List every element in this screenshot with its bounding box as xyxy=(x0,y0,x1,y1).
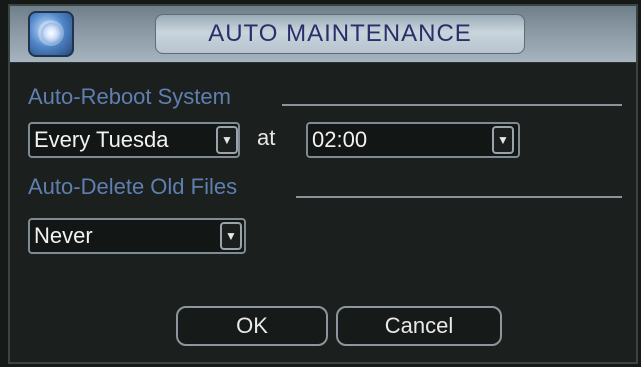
dialog-title: AUTO MAINTENANCE xyxy=(208,20,472,47)
reboot-day-select[interactable]: Every Tuesda ▼ xyxy=(28,122,240,158)
chevron-down-icon[interactable]: ▼ xyxy=(492,126,514,154)
section-divider xyxy=(296,196,622,198)
auto-reboot-label: Auto-Reboot System xyxy=(28,84,231,109)
at-label: at xyxy=(257,125,276,150)
title-tab: AUTO MAINTENANCE xyxy=(155,14,525,54)
reboot-day-value: Every Tuesda xyxy=(34,127,169,152)
auto-delete-select[interactable]: Never ▼ xyxy=(28,218,246,254)
section-divider xyxy=(282,104,622,106)
auto-delete-value: Never xyxy=(34,223,93,248)
chevron-down-icon[interactable]: ▼ xyxy=(216,126,238,154)
auto-delete-label: Auto-Delete Old Files xyxy=(28,174,238,199)
auto-maintenance-dialog: AUTO MAINTENANCE Auto-Reboot System Ever… xyxy=(8,4,638,364)
dialog-content: Auto-Reboot System Every Tuesda ▼ at 02:… xyxy=(10,62,636,362)
chevron-down-icon[interactable]: ▼ xyxy=(220,222,242,250)
ok-button[interactable]: OK xyxy=(176,306,328,346)
reboot-time-value: 02:00 xyxy=(312,127,368,152)
title-bar: AUTO MAINTENANCE xyxy=(10,6,636,63)
maintenance-app-icon xyxy=(28,11,74,57)
reboot-time-select[interactable]: 02:00 ▼ xyxy=(306,122,520,158)
cancel-button[interactable]: Cancel xyxy=(336,306,502,346)
